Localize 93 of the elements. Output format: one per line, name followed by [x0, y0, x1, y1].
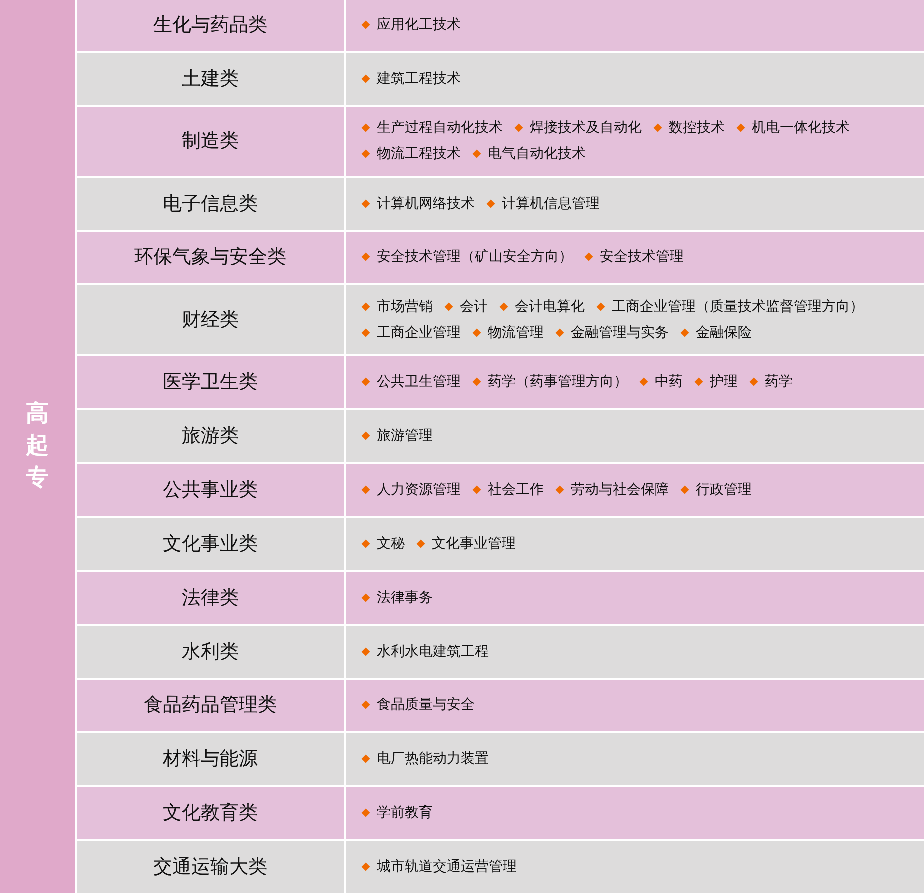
- major-label: 焊接技术及自动化: [530, 119, 642, 138]
- bullet-icon: [680, 328, 690, 338]
- category-cell: 公共事业类: [77, 464, 344, 516]
- major-label: 行政管理: [696, 480, 752, 499]
- major-label: 安全技术管理（矿山安全方向）: [377, 248, 573, 266]
- category-cell: 交通运输大类: [77, 841, 344, 893]
- bullet-icon: [362, 432, 370, 440]
- category-cell: 财经类: [77, 285, 344, 354]
- bullet-icon: [556, 328, 564, 338]
- major-label: 会计电算化: [515, 298, 585, 316]
- bullet-icon: [362, 74, 370, 84]
- major-label: 食品质量与安全: [377, 696, 475, 714]
- bullet-icon: [486, 199, 496, 208]
- bullet-icon: [362, 302, 370, 312]
- major-label: 电气自动化技术: [488, 145, 586, 164]
- major-label: 计算机信息管理: [502, 194, 600, 213]
- category-cell: 医学卫生类: [77, 356, 344, 408]
- major-label: 社会工作: [488, 480, 544, 499]
- major-label: 机电一体化技术: [752, 119, 850, 138]
- major-label: 建筑工程技术: [377, 70, 461, 88]
- category-cell: 文化教育类: [77, 787, 344, 840]
- bullet-icon: [362, 253, 370, 262]
- major-label: 学前教育: [377, 804, 433, 822]
- major-label: 文秘: [377, 534, 405, 553]
- bullet-icon: [472, 486, 482, 494]
- bullet-icon: [694, 378, 704, 386]
- major-label: 会计: [460, 298, 488, 316]
- major-label: 城市轨道交通运营管理: [377, 858, 517, 876]
- bullet-icon: [472, 328, 482, 338]
- bullet-icon: [680, 486, 690, 494]
- category-cell: 环保气象与安全类: [77, 232, 344, 284]
- category-cell: 食品药品管理类: [77, 680, 344, 732]
- bullet-icon: [362, 808, 370, 818]
- bullet-icon: [472, 378, 482, 386]
- bullet-icon: [362, 701, 370, 710]
- category-cell: 文化事业类: [77, 518, 344, 570]
- bullet-icon: [640, 378, 648, 386]
- bullet-icon: [362, 593, 370, 602]
- major-label: 市场营销: [377, 298, 433, 316]
- major-label: 工商企业管理（质量技术监督管理方向）: [612, 298, 864, 316]
- bullet-icon: [736, 124, 746, 132]
- bullet-icon: [362, 199, 370, 208]
- major-label: 金融保险: [696, 324, 752, 342]
- category-cell: 土建类: [77, 52, 344, 105]
- bullet-icon: [556, 486, 564, 494]
- bullet-icon: [362, 328, 370, 338]
- bullet-icon: [362, 862, 370, 872]
- bullet-icon: [416, 540, 426, 548]
- major-label: 水利水电建筑工程: [377, 642, 489, 661]
- major-label: 工商企业管理: [377, 324, 461, 342]
- bullet-icon: [750, 378, 758, 386]
- bullet-icon: [362, 647, 370, 656]
- category-cell: 生化与药品类: [77, 0, 344, 51]
- category-cell: 水利类: [77, 626, 344, 678]
- major-label: 旅游管理: [377, 427, 433, 446]
- major-label: 金融管理与实务: [571, 324, 669, 342]
- bullet-icon: [362, 150, 370, 158]
- bullet-icon: [362, 540, 370, 548]
- major-label: 电厂热能动力装置: [377, 750, 489, 768]
- bullet-icon: [362, 486, 370, 494]
- major-label: 中药: [655, 373, 683, 392]
- category-cell: 材料与能源: [77, 733, 344, 786]
- major-label: 物流管理: [488, 324, 544, 342]
- major-label: 数控技术: [669, 119, 725, 138]
- major-label: 计算机网络技术: [377, 194, 475, 213]
- bullet-icon: [654, 124, 662, 132]
- major-label: 劳动与社会保障: [571, 480, 669, 499]
- category-cell: 电子信息类: [77, 178, 344, 230]
- category-cell: 制造类: [77, 106, 344, 176]
- bullet-icon: [362, 124, 370, 132]
- major-label: 生产过程自动化技术: [377, 119, 503, 138]
- bullet-icon: [362, 755, 370, 764]
- major-label: 法律事务: [377, 588, 433, 607]
- bullet-icon: [472, 150, 482, 158]
- bullet-icon: [362, 378, 370, 386]
- level-label: 高起专: [26, 400, 49, 494]
- bullet-icon: [500, 302, 508, 312]
- bullet-icon: [444, 302, 454, 312]
- bullet-icon: [596, 302, 606, 312]
- category-cell: 旅游类: [77, 410, 344, 462]
- major-label: 人力资源管理: [377, 480, 461, 499]
- major-label: 公共卫生管理: [377, 373, 461, 392]
- major-label: 物流工程技术: [377, 145, 461, 164]
- bullet-icon: [584, 253, 594, 262]
- bullet-icon: [362, 20, 370, 30]
- major-label: 药学（药事管理方向）: [488, 373, 628, 392]
- major-label: 药学: [765, 373, 793, 392]
- major-label: 安全技术管理: [600, 248, 684, 266]
- major-label: 护理: [710, 373, 738, 392]
- major-label: 应用化工技术: [377, 16, 461, 34]
- category-cell: 法律类: [77, 572, 344, 624]
- major-label: 文化事业管理: [432, 534, 516, 553]
- bullet-icon: [514, 124, 524, 132]
